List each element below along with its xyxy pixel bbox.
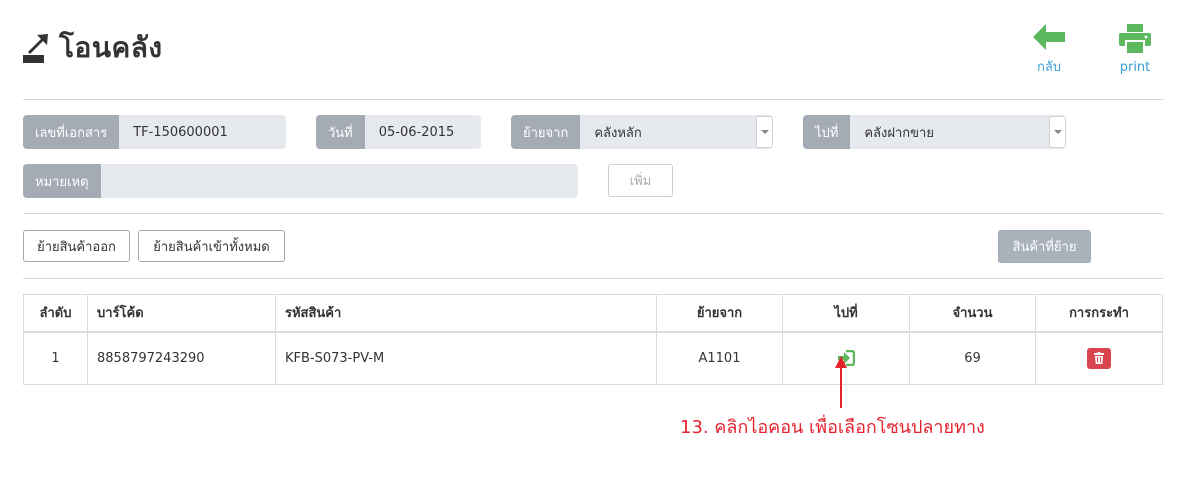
row-no: 1	[23, 331, 88, 385]
note-group: หมายเหตุ	[23, 164, 578, 198]
annotation-arrow	[835, 356, 847, 408]
move-all-in-button[interactable]: ย้ายสินค้าเข้าทั้งหมด	[138, 230, 285, 262]
col-to: ไปที่	[782, 294, 910, 333]
back-label: กลับ	[1036, 60, 1062, 75]
note-input[interactable]	[100, 164, 578, 198]
note-label: หมายเหตุ	[23, 164, 101, 198]
date-field[interactable]: 05-06-2015	[364, 115, 481, 149]
date-group: วันที่ 05-06-2015	[316, 115, 481, 149]
table-row: 1 8858797243290 KFB-S073-PV-M A1101 69	[23, 331, 1163, 385]
items-table: ลำดับ บาร์โค้ด รหัสสินค้า ย้ายจาก ไปที่ …	[23, 294, 1163, 385]
divider	[23, 278, 1163, 279]
row-qty: 69	[909, 331, 1036, 385]
page-header: โอนคลัง	[23, 28, 163, 68]
from-warehouse-label: ย้ายจาก	[511, 115, 581, 149]
to-warehouse-value: คลังฝากขาย	[864, 125, 934, 141]
moved-items-button[interactable]: สินค้าที่ย้าย	[998, 230, 1091, 263]
row-from: A1101	[656, 331, 783, 385]
chevron-down-icon[interactable]	[756, 116, 773, 148]
from-warehouse-group: ย้ายจาก คลังหลัก	[511, 115, 773, 149]
doc-no-field: TF-150600001	[119, 115, 286, 149]
divider	[23, 213, 1163, 214]
doc-no-group: เลขที่เอกสาร TF-150600001	[23, 115, 286, 149]
page-title: โอนคลัง	[59, 31, 163, 64]
to-warehouse-select[interactable]: คลังฝากขาย	[850, 115, 1066, 149]
col-barcode: บาร์โค้ด	[87, 294, 276, 333]
row-barcode: 8858797243290	[87, 331, 276, 385]
divider	[23, 99, 1163, 100]
col-from: ย้ายจาก	[656, 294, 783, 333]
col-no: ลำดับ	[23, 294, 88, 333]
row-action	[1035, 331, 1163, 385]
to-warehouse-group: ไปที่ คลังฝากขาย	[803, 115, 1066, 149]
move-out-button[interactable]: ย้ายสินค้าออก	[23, 230, 130, 262]
add-button[interactable]: เพิ่ม	[608, 164, 673, 197]
back-button[interactable]: กลับ	[1030, 24, 1068, 77]
delete-button[interactable]	[1087, 347, 1111, 369]
col-product-code: รหัสสินค้า	[275, 294, 657, 333]
row-product-code: KFB-S073-PV-M	[275, 331, 657, 385]
date-label: วันที่	[316, 115, 365, 149]
doc-no-label: เลขที่เอกสาร	[23, 115, 120, 149]
from-warehouse-select[interactable]: คลังหลัก	[580, 115, 773, 149]
col-qty: จำนวน	[909, 294, 1036, 333]
from-warehouse-value: คลังหลัก	[594, 125, 642, 141]
trash-icon	[1094, 352, 1104, 365]
print-label: print	[1119, 60, 1151, 75]
print-button[interactable]: print	[1112, 24, 1158, 75]
annotation-text: 13. คลิกไอคอน เพื่อเลือกโซนปลายทาง	[680, 417, 985, 438]
arrow-left-icon	[1033, 24, 1065, 50]
to-warehouse-label: ไปที่	[803, 115, 851, 149]
chevron-down-icon[interactable]	[1049, 116, 1066, 148]
transfer-out-icon	[23, 34, 48, 63]
col-action: การกระทำ	[1035, 294, 1163, 333]
table-header-row: ลำดับ บาร์โค้ด รหัสสินค้า ย้ายจาก ไปที่ …	[23, 294, 1163, 333]
printer-icon	[1119, 24, 1151, 54]
